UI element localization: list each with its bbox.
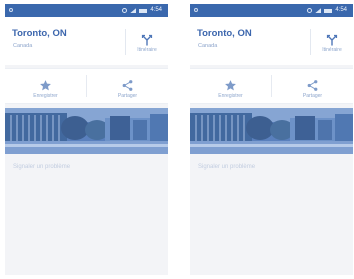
place-title: Toronto, ON xyxy=(197,28,252,39)
signal-icon xyxy=(315,8,322,13)
notification-icon xyxy=(194,8,198,12)
star-icon xyxy=(225,80,236,91)
place-subtitle: Canada xyxy=(13,43,33,49)
status-time: 4:54 xyxy=(335,7,347,13)
place-photo[interactable] xyxy=(190,108,353,154)
share-button[interactable]: Partager xyxy=(272,69,353,103)
alarm-icon xyxy=(122,8,128,13)
share-icon xyxy=(307,80,318,91)
directions-button[interactable]: Itinéraire xyxy=(314,25,350,57)
share-label: Partager xyxy=(302,93,323,99)
save-button[interactable]: Enregistrer xyxy=(5,69,86,103)
place-subtitle: Canada xyxy=(198,43,218,49)
place-photo-image xyxy=(5,108,168,154)
action-row: Enregistrer Partager xyxy=(5,68,168,104)
battery-icon xyxy=(324,8,333,13)
star-icon xyxy=(40,80,51,91)
save-label: Enregistrer xyxy=(33,93,58,99)
directions-button[interactable]: Itinéraire xyxy=(129,25,165,57)
canvas: 4:54 Toronto, ON Canada Itinéraire Enreg… xyxy=(0,0,354,279)
phone-screen-left: 4:54 Toronto, ON Canada Itinéraire Enreg… xyxy=(5,4,168,275)
status-time: 4:54 xyxy=(150,7,162,13)
status-bar: 4:54 xyxy=(5,4,168,17)
report-problem-link[interactable]: Signaler un problème xyxy=(13,164,70,170)
place-photo-image xyxy=(190,108,353,154)
signal-icon xyxy=(130,8,137,13)
directions-label: Itinéraire xyxy=(322,46,342,53)
share-icon xyxy=(122,80,133,91)
save-label: Enregistrer xyxy=(218,93,243,99)
status-bar: 4:54 xyxy=(190,4,353,17)
save-button[interactable]: Enregistrer xyxy=(190,69,271,103)
status-icons: 4:54 xyxy=(122,4,162,17)
directions-icon xyxy=(141,34,153,46)
share-label: Partager xyxy=(117,93,138,99)
phone-screen-right: 4:54 Toronto, ON Canada Itinéraire Enreg… xyxy=(190,4,353,275)
place-info-card: Toronto, ON Canada Itinéraire xyxy=(190,17,353,65)
place-info-card: Toronto, ON Canada Itinéraire xyxy=(5,17,168,65)
place-photo[interactable] xyxy=(5,108,168,154)
alarm-icon xyxy=(307,8,313,13)
place-title: Toronto, ON xyxy=(12,28,67,39)
directions-label: Itinéraire xyxy=(137,46,157,53)
report-problem-link[interactable]: Signaler un problème xyxy=(198,164,255,170)
divider xyxy=(310,29,311,55)
divider xyxy=(125,29,126,55)
status-icons: 4:54 xyxy=(307,4,347,17)
notification-icon xyxy=(9,8,13,12)
battery-icon xyxy=(139,8,148,13)
action-row: Enregistrer Partager xyxy=(190,68,353,104)
share-button[interactable]: Partager xyxy=(87,69,168,103)
directions-icon xyxy=(326,34,338,46)
